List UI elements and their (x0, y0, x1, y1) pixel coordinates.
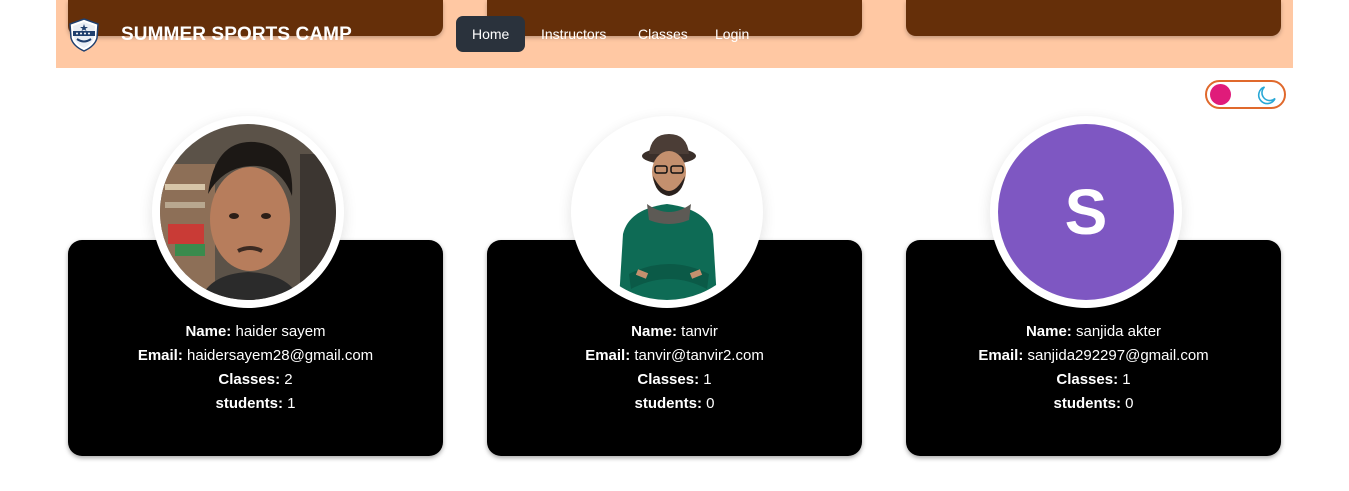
theme-toggle[interactable] (1205, 80, 1286, 109)
instructor-students: 1 (287, 395, 296, 412)
nav-home[interactable]: Home (456, 16, 525, 52)
nav-classes[interactable]: Classes (638, 16, 688, 52)
brand-title[interactable]: SUMMER SPORTS CAMP (121, 24, 352, 46)
instructor-email: tanvir@tanvir2.com (634, 347, 764, 364)
avatar-frame (571, 116, 763, 308)
instructor-students: 0 (1125, 395, 1134, 412)
avatar-letter: S (1064, 176, 1108, 248)
instructor-name: tanvir (681, 323, 718, 340)
instructor-email: haidersayem28@gmail.com (187, 347, 374, 364)
instructor-info: Name: tanvir Email: tanvir@tanvir2.com C… (585, 323, 764, 412)
avatar (160, 124, 336, 300)
top-card (906, 0, 1281, 36)
instructor-classes: 1 (1122, 371, 1131, 388)
shield-logo-icon[interactable] (68, 18, 100, 52)
instructor-info: Name: haider sayem Email: haidersayem28@… (137, 323, 374, 412)
nav-instructors[interactable]: Instructors (541, 16, 606, 52)
moon-icon (1257, 86, 1276, 105)
instructor-classes: 2 (284, 371, 293, 388)
instructor-classes: 1 (703, 371, 712, 388)
avatar-frame: S (990, 116, 1182, 308)
avatar: S (998, 124, 1174, 300)
instructor-name: haider sayem (235, 323, 326, 340)
toggle-knob (1210, 84, 1231, 105)
avatar (579, 124, 755, 300)
nav-login[interactable]: Login (715, 16, 749, 52)
instructor-name: sanjida akter (1075, 323, 1162, 340)
instructor-students: 0 (706, 395, 715, 412)
instructor-info: Name: sanjida akter Email: sanjida292297… (978, 323, 1209, 412)
avatar-frame (152, 116, 344, 308)
instructor-email: sanjida292297@gmail.com (1027, 347, 1209, 364)
